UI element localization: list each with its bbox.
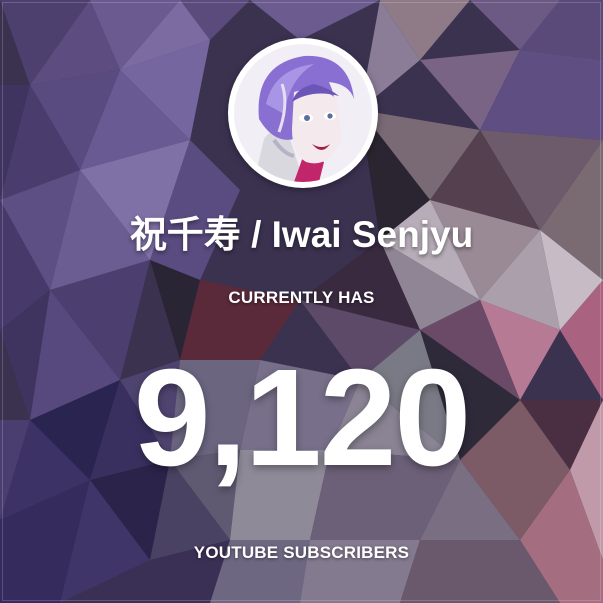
subscriber-counter-card: 祝千寿 / Iwai Senjyu CURRENTLY HAS 9,120 YO… (0, 0, 603, 603)
counter-caption-top: CURRENTLY HAS (228, 288, 375, 307)
avatar-frame[interactable] (228, 38, 378, 188)
channel-avatar-icon[interactable] (234, 44, 372, 182)
counter-caption-bottom: YOUTUBE SUBSCRIBERS (193, 543, 410, 562)
channel-name[interactable]: 祝千寿 / Iwai Senjyu (0, 204, 603, 258)
subscriber-count: 9,120 (133, 341, 471, 495)
